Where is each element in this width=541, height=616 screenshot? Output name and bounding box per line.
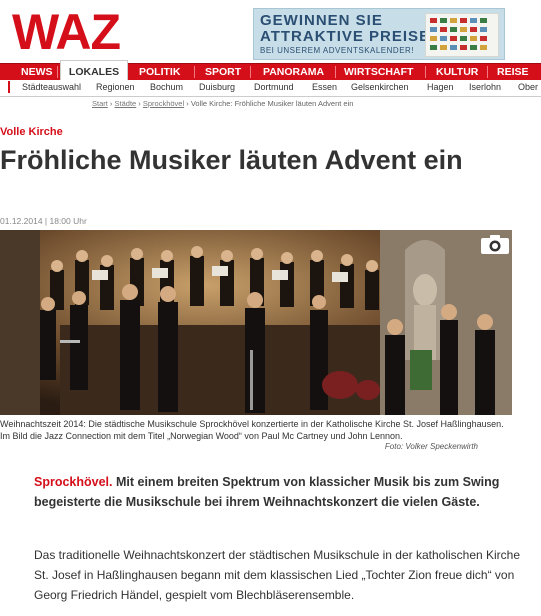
advent-calendar-ad-banner[interactable]: GEWINNEN SIE ATTRAKTIVE PREISE BEI UNSER… [253, 8, 505, 60]
main-navigation: NEWS LOKALES POLITIK SPORT PANORAMA WIRT… [0, 60, 541, 81]
nav-wirtschaft[interactable]: WIRTSCHAFT [344, 64, 413, 80]
ad-headline-1: GEWINNEN SIE [260, 12, 383, 29]
nav-kultur[interactable]: KULTUR [436, 64, 478, 80]
breadcrumb-sprockhoevel[interactable]: Sprockhövel [143, 99, 184, 108]
subnav-gelsenkirchen[interactable]: Gelsenkirchen [351, 82, 409, 92]
article-time: 18:00 Uhr [49, 216, 87, 226]
city-navigation: Städteauswahl Regionen Bochum Duisburg D… [0, 80, 541, 97]
breadcrumb-staedte[interactable]: Städte [115, 99, 137, 108]
nav-lokales[interactable]: LOKALES [60, 60, 128, 81]
concert-photo-illustration [0, 230, 512, 415]
article-date: 01.12.2014 [0, 216, 43, 226]
subnav-duisburg[interactable]: Duisburg [199, 82, 235, 92]
city-selector-marker [8, 81, 10, 93]
subnav-bochum[interactable]: Bochum [150, 82, 183, 92]
camera-icon[interactable] [480, 233, 510, 255]
article-paragraph: Das traditionelle Weihnachtskonzert der … [34, 548, 521, 602]
subnav-essen[interactable]: Essen [312, 82, 337, 92]
nav-reise[interactable]: REISE [497, 64, 529, 80]
subnav-regionen[interactable]: Regionen [96, 82, 135, 92]
waz-logo[interactable]: WAZ [12, 7, 121, 57]
breadcrumb: Start › Städte › Sprockhövel › Volle Kir… [92, 99, 354, 108]
article-kicker: Volle Kirche [0, 126, 63, 138]
subnav-staedteauswahl[interactable]: Städteauswahl [22, 82, 81, 92]
photo-caption: Weihnachtszeit 2014: Die städtische Musi… [0, 419, 504, 441]
nav-politik[interactable]: POLITIK [139, 64, 180, 80]
photo-credit: Foto: Volker Speckenwirth [384, 442, 478, 451]
nav-news[interactable]: NEWS [21, 64, 53, 80]
breadcrumb-start[interactable]: Start [92, 99, 108, 108]
lead-city: Sprockhövel. [34, 475, 113, 489]
advent-calendar-image [425, 13, 499, 57]
ad-subline: BEI UNSEREM ADVENTSKALENDER! [260, 46, 415, 55]
article-dateline: 01.12.2014 | 18:00 Uhr [0, 216, 87, 226]
nav-panorama[interactable]: PANORAMA [263, 64, 324, 80]
ad-headline-2: ATTRAKTIVE PREISE [260, 28, 431, 45]
breadcrumb-current: Volle Kirche: Fröhliche Musiker läuten A… [190, 99, 354, 108]
subnav-dortmund[interactable]: Dortmund [254, 82, 294, 92]
article-photo[interactable] [0, 230, 512, 415]
article-lead: Sprockhövel. Mit einem breiten Spektrum … [34, 472, 514, 512]
nav-sport[interactable]: SPORT [205, 64, 241, 80]
subnav-iserlohn[interactable]: Iserlohn [469, 82, 501, 92]
subnav-hagen[interactable]: Hagen [427, 82, 454, 92]
subnav-ober[interactable]: Ober [518, 82, 538, 92]
article-title: Fröhliche Musiker läuten Advent ein [0, 145, 463, 175]
